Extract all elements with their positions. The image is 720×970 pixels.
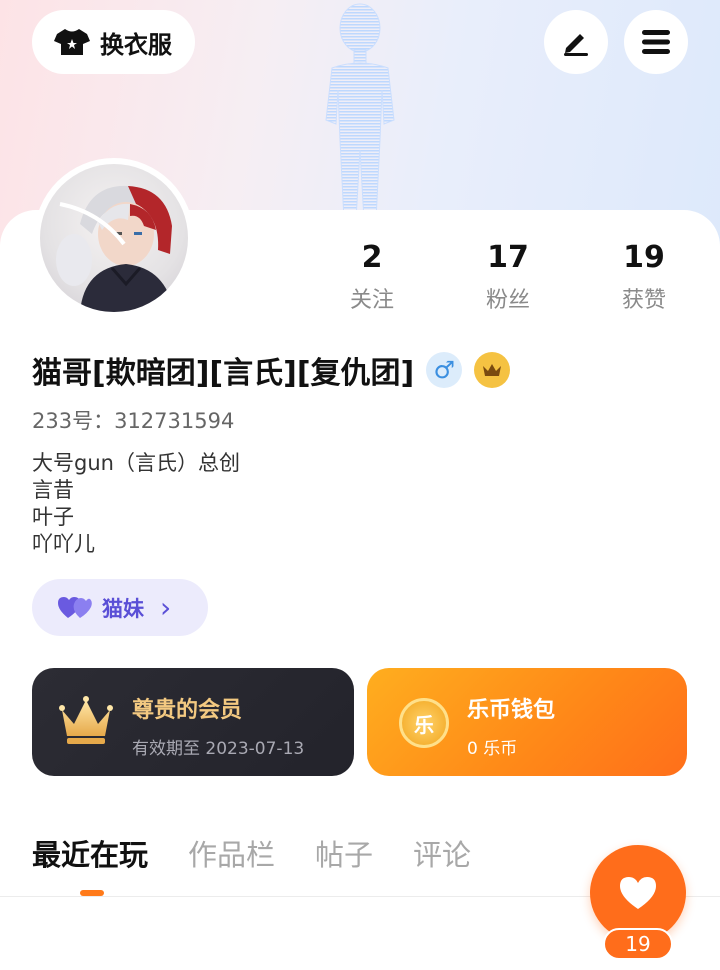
following-count: 2 — [361, 240, 383, 275]
dress-up-label: 换衣服 — [100, 30, 172, 59]
heart-icon — [620, 877, 656, 909]
chevron-right-icon: › — [160, 590, 172, 624]
tab-recently-played[interactable]: 最近在玩 — [32, 832, 148, 874]
bio: 大号gun（言氏）总创 言昔 叶子 吖吖儿 — [32, 450, 240, 558]
menu-button[interactable] — [624, 10, 688, 74]
dress-up-button[interactable]: 换衣服 — [32, 10, 195, 74]
bio-line: 大号gun（言氏）总创 — [32, 451, 240, 475]
hologram-avatar-figure — [325, 3, 395, 220]
tab-comments[interactable]: 评论 — [413, 832, 471, 874]
cp-partner-label: 猫妹 — [102, 596, 144, 621]
name-row: 猫哥[欺暗团][言氏][复仇团] ♂ — [32, 348, 511, 392]
pen-icon — [564, 34, 588, 56]
avatar-illustration — [56, 185, 174, 312]
profile-avatar[interactable] — [34, 158, 194, 318]
likes-stat[interactable]: 19 获赞 — [584, 240, 704, 314]
followers-stat[interactable]: 17 粉丝 — [448, 240, 568, 314]
bio-line: 吖吖儿 — [32, 532, 95, 556]
followers-count: 17 — [487, 240, 529, 275]
menu-icon — [642, 30, 670, 54]
wallet-title: 乐币钱包 — [467, 698, 556, 723]
followers-label: 粉丝 — [485, 288, 530, 313]
likes-received-count: 19 — [623, 240, 665, 275]
vip-membership-card[interactable]: 尊贵的会员 有效期至 2023-07-13 — [32, 668, 354, 776]
male-icon: ♂ — [433, 356, 456, 384]
likes-received-label: 获赞 — [621, 288, 666, 313]
edit-profile-button[interactable] — [544, 10, 608, 74]
shirt-icon — [54, 29, 90, 55]
gold-crown-icon — [59, 696, 113, 744]
user-id: 233号：312731594 — [32, 409, 235, 433]
username: 猫哥[欺暗团][言氏][复仇团] — [32, 356, 415, 391]
wallet-balance: 0 乐币 — [467, 739, 518, 759]
profile-tabs: 最近在玩 作品栏 帖子 评论 — [32, 832, 471, 874]
like-button[interactable] — [590, 845, 686, 941]
double-heart-icon — [58, 596, 92, 618]
following-label: 关注 — [349, 288, 394, 313]
bio-line: 叶子 — [32, 505, 74, 529]
bio-line: 言昔 — [32, 478, 74, 502]
coin-wallet-card[interactable]: 乐 乐币钱包 0 乐币 — [367, 668, 687, 776]
coin-glyph: 乐 — [414, 712, 434, 737]
gender-badge: ♂ — [426, 352, 463, 388]
vip-crown-badge — [474, 352, 511, 388]
following-stat[interactable]: 2 关注 — [312, 240, 432, 314]
coin-icon: 乐 — [399, 698, 449, 748]
tab-works[interactable]: 作品栏 — [188, 832, 275, 874]
vip-expiry: 有效期至 2023-07-13 — [132, 739, 305, 759]
like-count-badge: 19 — [603, 928, 673, 960]
cp-partner-button[interactable]: 猫妹 › — [32, 579, 208, 636]
tab-posts[interactable]: 帖子 — [315, 832, 373, 874]
vip-title: 尊贵的会员 — [132, 698, 243, 723]
crown-icon — [483, 364, 502, 376]
